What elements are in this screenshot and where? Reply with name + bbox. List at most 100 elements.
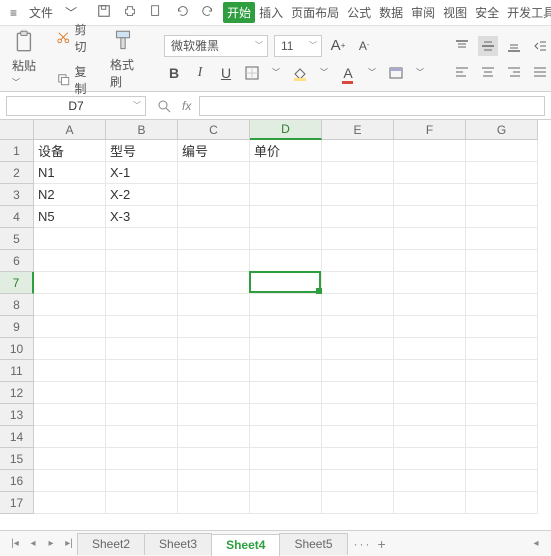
cell[interactable] [106,250,178,272]
cell[interactable]: 单价 [250,140,322,162]
cell[interactable] [178,184,250,206]
cell[interactable] [106,272,178,294]
cell[interactable] [178,272,250,294]
column-header[interactable]: B [106,120,178,140]
cell[interactable] [34,426,106,448]
italic-button[interactable]: I [190,63,210,83]
cell[interactable] [178,338,250,360]
cell[interactable] [250,338,322,360]
cell[interactable] [106,360,178,382]
cell[interactable] [394,272,466,294]
cell[interactable] [106,382,178,404]
cell[interactable] [178,294,250,316]
cell[interactable] [178,316,250,338]
cell[interactable] [466,492,538,514]
formula-input[interactable] [199,96,545,116]
cell[interactable] [394,404,466,426]
cell[interactable] [250,492,322,514]
cell[interactable] [250,184,322,206]
row-header[interactable]: 6 [0,250,34,272]
column-header[interactable]: A [34,120,106,140]
cell[interactable] [394,360,466,382]
row-header[interactable]: 11 [0,360,34,382]
chevron-down-icon[interactable]: ﹀ [412,63,428,83]
cell[interactable] [394,448,466,470]
cell[interactable] [178,228,250,250]
cell[interactable]: X-2 [106,184,178,206]
menu-tab-4[interactable]: 数据 [375,2,407,23]
cell[interactable] [250,404,322,426]
cell[interactable] [466,316,538,338]
cell[interactable] [322,140,394,162]
row-header[interactable]: 8 [0,294,34,316]
cell[interactable] [466,206,538,228]
cell[interactable]: X-3 [106,206,178,228]
cell[interactable] [394,140,466,162]
save-icon[interactable] [93,2,115,23]
cell[interactable] [466,404,538,426]
row-header[interactable]: 15 [0,448,34,470]
cell[interactable] [322,404,394,426]
cell[interactable] [466,184,538,206]
font-family-select[interactable]: 微软雅黑 [164,35,268,57]
row-header[interactable]: 7 [0,272,34,294]
name-box[interactable]: D7 [6,96,146,116]
cell[interactable] [34,404,106,426]
cell[interactable] [466,272,538,294]
cell[interactable] [466,140,538,162]
cell-style-button[interactable] [386,63,406,83]
font-color-button[interactable]: A [338,63,358,83]
menu-tab-0[interactable]: 开始 [223,2,255,23]
row-header[interactable]: 17 [0,492,34,514]
cell[interactable] [250,448,322,470]
cell[interactable]: N2 [34,184,106,206]
menu-tab-3[interactable]: 公式 [343,2,375,23]
cell[interactable] [106,316,178,338]
cell[interactable] [322,294,394,316]
cell[interactable] [322,338,394,360]
row-header[interactable]: 1 [0,140,34,162]
justify-icon[interactable] [530,62,550,82]
row-header[interactable]: 4 [0,206,34,228]
tab-last-icon[interactable]: ▸| [60,535,78,553]
cell[interactable] [394,294,466,316]
magnifier-icon[interactable] [154,96,174,116]
cell[interactable] [466,382,538,404]
underline-button[interactable]: U [216,63,236,83]
cut-button[interactable]: 剪切 [52,19,96,57]
cell[interactable] [466,162,538,184]
cell[interactable] [250,382,322,404]
column-header[interactable]: C [178,120,250,140]
hscroll-left-icon[interactable]: ◂ [527,535,545,553]
cell[interactable] [34,294,106,316]
cell[interactable] [394,338,466,360]
redo-icon[interactable] [197,2,219,23]
sheet-tab[interactable]: Sheet2 [77,533,145,555]
cell[interactable] [34,448,106,470]
cell[interactable] [322,316,394,338]
cell[interactable] [394,316,466,338]
cell[interactable] [106,404,178,426]
row-header[interactable]: 16 [0,470,34,492]
cell[interactable] [322,162,394,184]
cell[interactable]: 编号 [178,140,250,162]
cell[interactable] [322,228,394,250]
hamburger-icon[interactable]: ≡ [6,4,21,22]
cell[interactable] [34,272,106,294]
cell[interactable] [34,382,106,404]
cell[interactable] [322,360,394,382]
row-header[interactable]: 9 [0,316,34,338]
cell[interactable] [466,294,538,316]
cell[interactable] [322,272,394,294]
paste-button[interactable]: 粘贴 ﹀ [8,25,42,92]
cell[interactable]: N5 [34,206,106,228]
decrease-font-icon[interactable]: A- [354,36,374,56]
increase-font-icon[interactable]: A+ [328,36,348,56]
print-icon[interactable] [119,2,141,23]
menu-tab-5[interactable]: 审阅 [407,2,439,23]
cell[interactable] [106,228,178,250]
cell[interactable] [322,382,394,404]
cell[interactable] [106,426,178,448]
menu-tab-2[interactable]: 页面布局 [287,2,343,23]
cell[interactable] [394,426,466,448]
